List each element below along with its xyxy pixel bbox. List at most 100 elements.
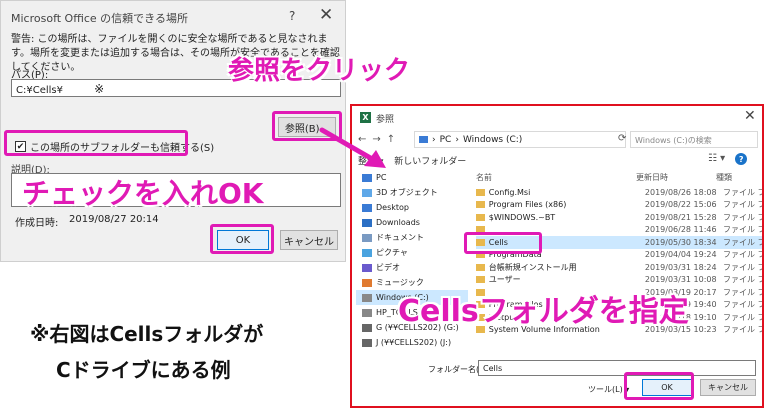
column-modified[interactable]: 更新日時 xyxy=(636,172,716,183)
folder-icon xyxy=(476,188,485,196)
path-marker: ※ xyxy=(94,82,105,96)
sidebar-item[interactable]: ピクチャ xyxy=(356,245,468,260)
address-bar[interactable]: › PC › Windows (C:) xyxy=(414,131,626,148)
file-date: 2019/08/26 18:08 xyxy=(644,187,717,197)
refresh-icon[interactable]: ⟳ xyxy=(618,133,626,144)
sidebar-item-label: ドキュメント xyxy=(376,233,424,242)
folder-icon xyxy=(476,263,485,271)
cube-icon xyxy=(362,188,372,197)
file-name: ユーザー xyxy=(488,275,521,285)
file-type: ファイル フォ xyxy=(722,325,762,335)
sidebar-item[interactable]: ドキュメント xyxy=(356,230,468,245)
sidebar-item-label: 3D オブジェクト xyxy=(376,188,438,197)
sidebar-item-label: PC xyxy=(376,173,387,182)
navigation-pane: PC 3D オブジェクト Desktop Downloads ドキュメント ピクチャビデオ… xyxy=(356,170,468,362)
download-icon xyxy=(362,218,372,227)
help-icon[interactable]: ? xyxy=(735,153,748,165)
column-name[interactable]: 名前 xyxy=(476,172,636,183)
file-type: ファイル フォ xyxy=(722,262,762,272)
file-date: 2019/06/28 11:46 xyxy=(644,225,717,235)
file-type: ファイル フォ xyxy=(722,225,762,235)
file-date: 2019/04/04 19:24 xyxy=(644,250,717,260)
date-value: 2019/08/27 20:14 xyxy=(69,214,159,225)
sidebar-item[interactable]: ビデオ xyxy=(356,260,468,275)
music-icon xyxy=(362,278,372,287)
file-name: 台帳新規インストール用 xyxy=(488,262,577,272)
video-icon xyxy=(362,263,372,272)
column-type[interactable]: 種類 xyxy=(716,172,756,183)
sidebar-item[interactable]: Downloads xyxy=(356,215,468,230)
desktop-icon xyxy=(362,203,372,212)
new-folder-button[interactable]: 新しいフォルダー xyxy=(394,157,466,167)
help-icon[interactable]: ? xyxy=(289,9,295,23)
sidebar-item[interactable]: J (¥¥CELLS202) (J:) xyxy=(356,335,468,350)
folder-icon xyxy=(476,201,485,209)
file-row[interactable]: $WINDOWS.~BT 2019/08/21 15:28 ファイル フォ xyxy=(476,211,762,224)
file-row[interactable]: 台帳新規インストール用 2019/03/31 18:24 ファイル フォ xyxy=(476,261,762,274)
pc-icon xyxy=(419,136,428,143)
highlight-cells-folder xyxy=(464,232,542,254)
sidebar-item-label: Downloads xyxy=(376,218,420,227)
drive-icon xyxy=(362,308,372,317)
search-input[interactable]: Windows (C:)の検索 xyxy=(630,131,758,148)
folder-name-input[interactable]: Cells xyxy=(478,360,756,376)
pc-icon xyxy=(362,173,372,182)
file-date: 2019/08/22 15:06 xyxy=(644,200,717,210)
annotation-click-browse: 参照をクリック xyxy=(228,56,411,86)
file-name: Config.Msi xyxy=(488,187,531,197)
path-value: C:¥Cells¥ xyxy=(16,85,63,96)
file-row[interactable]: ユーザー 2019/03/31 10:08 ファイル フォ xyxy=(476,274,762,287)
network-drive-icon xyxy=(362,323,372,332)
dialog-title: Microsoft Office の信頼できる場所 xyxy=(11,12,188,25)
file-row[interactable]: Program Files (x86) 2019/08/22 15:06 ファイル … xyxy=(476,199,762,212)
highlight-subfolder-checkbox xyxy=(4,130,188,156)
sidebar-item-label: ビデオ xyxy=(376,263,400,272)
address-segment[interactable]: PC xyxy=(440,135,452,145)
folder-icon xyxy=(476,213,485,221)
arrow-icon xyxy=(319,127,386,168)
file-type: ファイル フォ xyxy=(722,312,762,322)
sidebar-item[interactable]: 3D オブジェクト xyxy=(356,185,468,200)
highlight-ok-button xyxy=(210,224,274,254)
file-type: ファイル フォ xyxy=(722,187,762,197)
footnote-line-1: ※右図はCellsフォルダが xyxy=(30,322,264,346)
folder-icon xyxy=(476,276,485,284)
browse-cancel-button[interactable]: キャンセル xyxy=(700,379,756,396)
cancel-button[interactable]: キャンセル xyxy=(280,230,338,250)
file-type: ファイル フォ xyxy=(722,212,762,222)
view-options-icon[interactable]: ☷ ▾ xyxy=(708,153,725,165)
column-headers: 名前 更新日時 種類 xyxy=(476,172,762,183)
file-type: ファイル フォ xyxy=(722,250,762,260)
file-row[interactable]: Config.Msi 2019/08/26 18:08 ファイル フォ xyxy=(476,186,762,199)
address-segment[interactable]: Windows (C:) xyxy=(463,135,522,145)
highlight-browse-ok xyxy=(624,372,694,400)
view-controls: ☷ ▾ ? xyxy=(708,153,748,165)
file-list: Config.Msi2019/08/26 18:08ファイル フォProgram… xyxy=(476,186,762,364)
file-date: 2019/03/31 18:24 xyxy=(644,262,717,272)
close-icon[interactable]: ✕ xyxy=(744,108,756,124)
date-label: 作成日時: xyxy=(15,218,59,229)
browse-dialog: X 参照 ✕ ← → ↑ › PC › Windows (C:) ⟳ Windo… xyxy=(350,104,764,408)
file-date: 2019/05/30 18:34 xyxy=(644,237,717,247)
drive-icon xyxy=(362,293,372,302)
file-type: ファイル フォ xyxy=(722,200,762,210)
file-type: ファイル フォ xyxy=(722,287,762,297)
close-icon[interactable]: ✕ xyxy=(319,5,333,25)
annotation-specify-folder: Cellsフォルダを指定 xyxy=(398,294,689,329)
file-type: ファイル フォ xyxy=(722,275,762,285)
annotation-check-and-ok: チェックを入れOK xyxy=(22,177,264,210)
file-name: Program Files (x86) xyxy=(488,200,567,210)
sidebar-item-label: J (¥¥CELLS202) (J:) xyxy=(376,338,452,347)
sidebar-item[interactable]: Desktop xyxy=(356,200,468,215)
excel-icon: X xyxy=(360,112,371,123)
file-date: 2019/03/31 10:08 xyxy=(644,275,717,285)
footnote-line-2: Cドライブにある例 xyxy=(56,358,231,382)
file-type: ファイル フォ xyxy=(722,237,762,247)
file-type: ファイル フォ xyxy=(722,300,762,310)
picture-icon xyxy=(362,248,372,257)
sidebar-item-label: ピクチャ xyxy=(376,248,408,257)
file-date: 2019/08/21 15:28 xyxy=(644,212,717,222)
document-icon xyxy=(362,233,372,242)
sidebar-item-label: Desktop xyxy=(376,203,409,212)
file-name: $WINDOWS.~BT xyxy=(488,212,556,222)
